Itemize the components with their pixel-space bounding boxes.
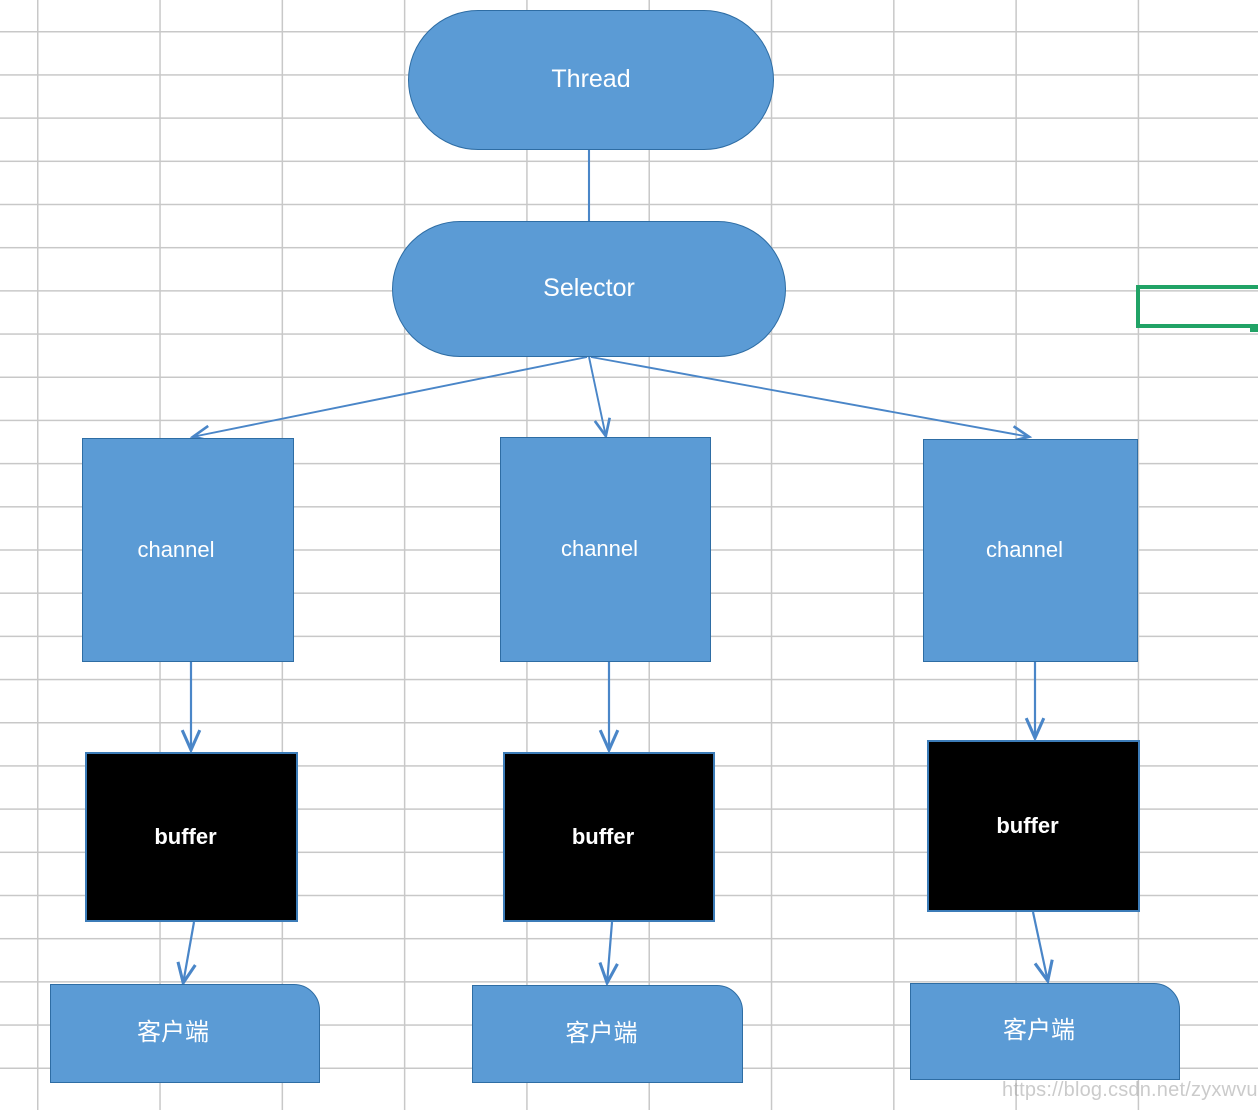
connector-buffer-2-client-2	[598, 921, 619, 987]
selection-fill-handle[interactable]	[1250, 324, 1258, 332]
node-buffer-1-label: buffer	[154, 823, 217, 849]
node-channel-3[interactable]: channel	[923, 439, 1138, 662]
node-channel-3-label: channel	[985, 537, 1064, 563]
node-client-3-label: 客户端	[1003, 1017, 1075, 1045]
node-buffer-3[interactable]: buffer	[927, 740, 1140, 912]
connector-selector-channel-1	[189, 356, 588, 443]
node-buffer-1[interactable]: buffer	[85, 752, 298, 922]
node-selector[interactable]: Selector	[392, 221, 786, 357]
node-channel-2[interactable]: channel	[500, 437, 711, 662]
node-thread-label: Thread	[551, 65, 631, 94]
node-client-2-label: 客户端	[565, 1019, 638, 1047]
node-buffer-3-label: buffer	[996, 812, 1059, 838]
node-buffer-2[interactable]: buffer	[503, 752, 715, 922]
connector-selector-channel-3	[590, 356, 1033, 443]
node-channel-1[interactable]: channel	[82, 438, 294, 662]
node-thread[interactable]: Thread	[408, 10, 774, 150]
connector-buffer-3-client-3	[1031, 911, 1054, 985]
spreadsheet-canvas: Thread Selector channel channel channel …	[0, 0, 1258, 1110]
node-channel-2-label: channel	[560, 536, 639, 562]
node-client-1-label: 客户端	[137, 1019, 209, 1047]
node-client-1[interactable]: 客户端	[50, 984, 320, 1083]
watermark-text: https://blog.csdn.net/zyxwvuuvwxyz	[1002, 1079, 1258, 1101]
node-client-3[interactable]: 客户端	[910, 983, 1180, 1080]
selected-cell-outline[interactable]	[1136, 285, 1258, 328]
connector-buffer-1-client-1	[176, 921, 197, 987]
node-selector-label: Selector	[543, 274, 635, 303]
node-buffer-2-label: buffer	[571, 823, 635, 849]
connector-selector-channel-2	[588, 356, 611, 440]
node-client-2[interactable]: 客户端	[472, 985, 743, 1083]
node-channel-1-label: channel	[137, 536, 215, 562]
